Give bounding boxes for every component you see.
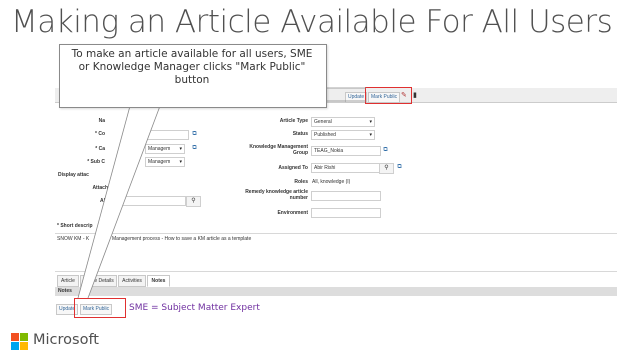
microsoft-logo-icon [11,333,28,350]
brand-name: Microsoft [33,332,99,348]
callout-text: To make an article available for all use… [71,48,313,86]
